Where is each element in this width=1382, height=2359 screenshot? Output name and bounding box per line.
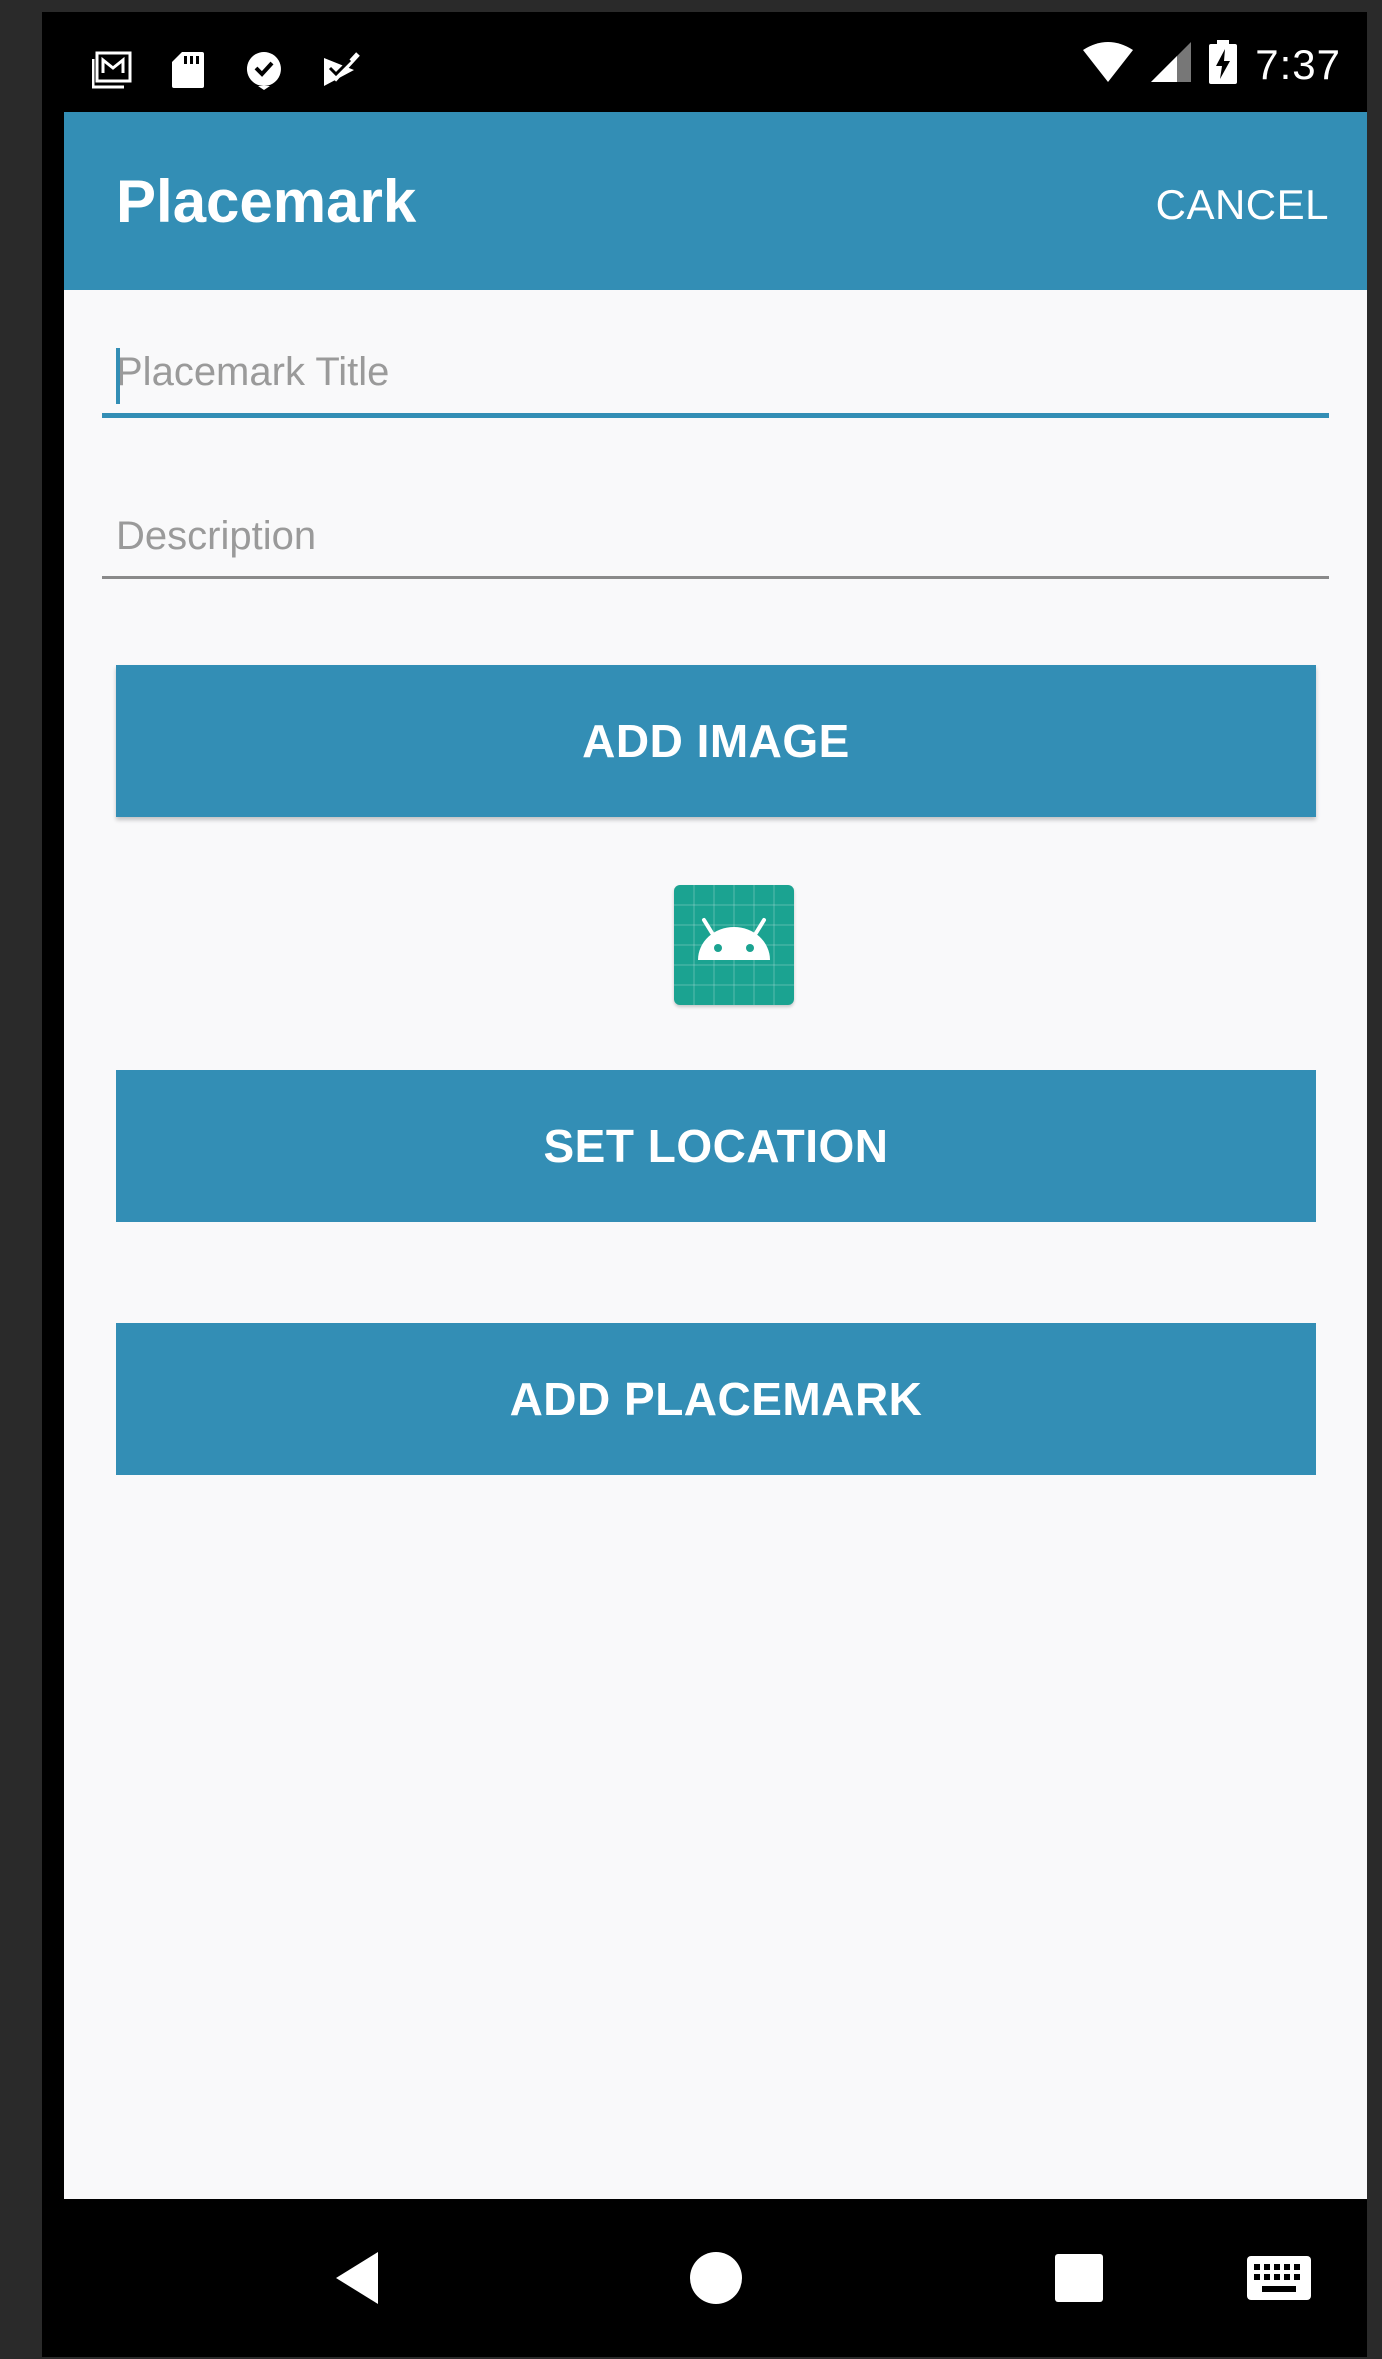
set-location-button[interactable]: SET LOCATION [116, 1070, 1316, 1222]
add-image-button[interactable]: ADD IMAGE [116, 665, 1316, 817]
screen: 7:37 Placemark CANCEL ADD IMAGE [64, 12, 1367, 2357]
signal-icon [1151, 42, 1192, 87]
title-field-underline [102, 413, 1329, 418]
page-title: Placemark [116, 168, 417, 235]
device: 7:37 Placemark CANCEL ADD IMAGE [42, 12, 1367, 2357]
status-notification-icons [92, 50, 360, 90]
emulator-frame: 7:37 Placemark CANCEL ADD IMAGE [0, 0, 1382, 2359]
keyboard-icon[interactable] [1234, 2243, 1324, 2313]
home-icon[interactable] [681, 2243, 751, 2313]
recents-icon[interactable] [1044, 2243, 1114, 2313]
gmail-icon [92, 50, 132, 90]
description-field[interactable] [102, 506, 1329, 579]
placemark-image-preview[interactable] [674, 885, 794, 1005]
android-icon [674, 885, 794, 1005]
description-field-underline [102, 576, 1329, 579]
clock: 7:37 [1255, 40, 1341, 88]
wifi-icon [1083, 42, 1134, 87]
app-bar: Placemark CANCEL [64, 112, 1367, 290]
add-placemark-button[interactable]: ADD PLACEMARK [116, 1323, 1316, 1475]
notification-icon [244, 50, 284, 90]
status-system-icons: 7:37 [1083, 40, 1341, 89]
cancel-button[interactable]: CANCEL [1156, 184, 1329, 226]
navigation-bar [64, 2199, 1367, 2357]
sd-card-icon [168, 50, 208, 90]
check-icon [320, 50, 360, 90]
placemark-title-field[interactable] [102, 342, 1329, 418]
placemark-title-input[interactable] [102, 342, 1329, 402]
text-cursor [116, 348, 120, 404]
status-bar: 7:37 [64, 12, 1367, 112]
battery-charging-icon [1209, 40, 1238, 89]
back-icon[interactable] [322, 2243, 392, 2313]
description-input[interactable] [102, 506, 1329, 566]
